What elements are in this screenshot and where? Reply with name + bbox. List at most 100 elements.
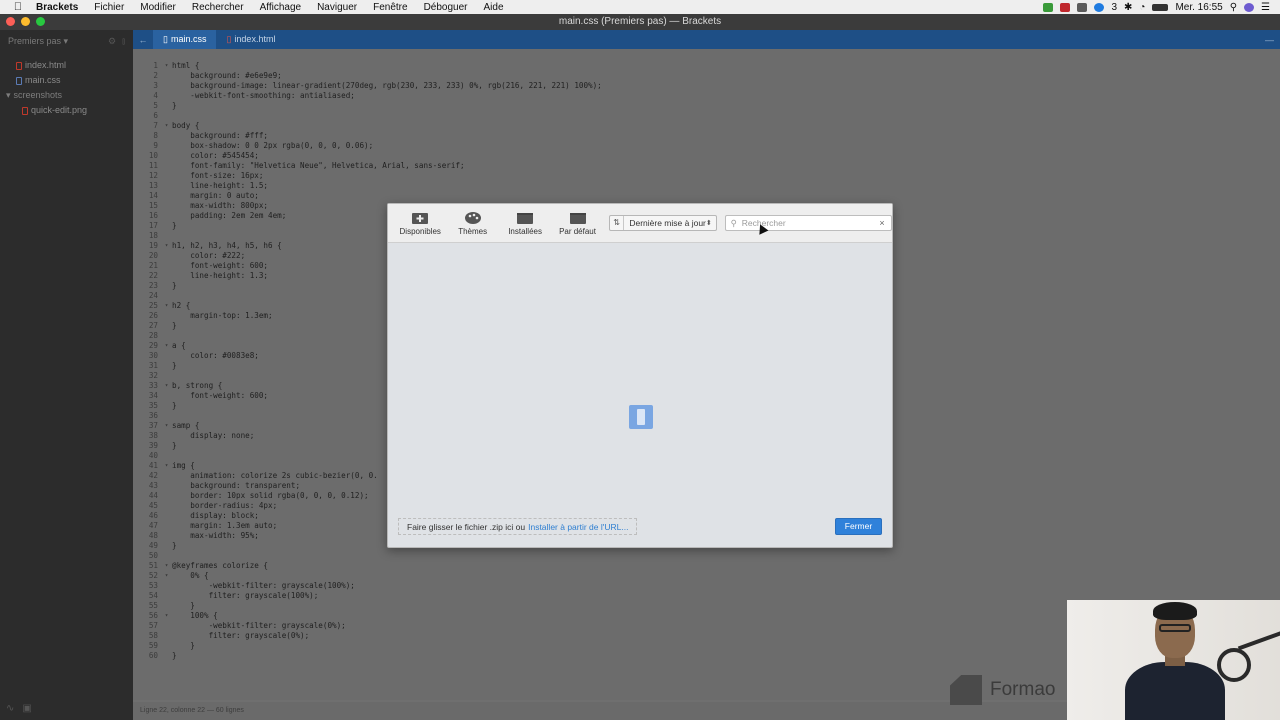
fold-marker-icon[interactable]	[161, 261, 172, 271]
evernote-icon[interactable]	[1043, 2, 1054, 12]
fold-marker-icon[interactable]	[161, 101, 172, 111]
menu-naviguer[interactable]: Naviguer	[309, 2, 365, 13]
fold-marker-icon[interactable]	[161, 291, 172, 301]
fold-marker-icon[interactable]	[161, 641, 172, 651]
tab-par-defaut[interactable]: Par défaut	[551, 211, 603, 236]
code-line[interactable]: 51 ▾ @keyframes colorize {	[133, 561, 1280, 571]
menu-app-name[interactable]: Brackets	[36, 2, 86, 13]
more-tabs-icon[interactable]: —	[1265, 35, 1274, 45]
fold-marker-icon[interactable]	[161, 251, 172, 261]
fold-marker-icon[interactable]	[161, 71, 172, 81]
fold-marker-icon[interactable]	[161, 621, 172, 631]
fold-marker-icon[interactable]	[161, 331, 172, 341]
fold-marker-icon[interactable]	[161, 131, 172, 141]
tab-main-css[interactable]: ▯ main.css	[153, 30, 217, 49]
fold-marker-icon[interactable]	[161, 601, 172, 611]
upload-icon[interactable]	[1077, 2, 1088, 12]
fold-marker-icon[interactable]: ▾	[161, 571, 172, 581]
project-header[interactable]: Premiers pas ▾ ⚙ ⫾	[0, 30, 133, 52]
fold-marker-icon[interactable]	[161, 171, 172, 181]
tab-themes[interactable]: Thèmes	[446, 211, 498, 236]
fold-marker-icon[interactable]: ▾	[161, 61, 172, 71]
fold-marker-icon[interactable]: ▾	[161, 461, 172, 471]
menu-fichier[interactable]: Fichier	[86, 2, 132, 13]
siri-icon[interactable]	[1244, 2, 1255, 12]
fold-marker-icon[interactable]	[161, 511, 172, 521]
sort-select[interactable]: ⇅ Dernière mise à jour ⬍	[608, 215, 717, 231]
menu-modifier[interactable]: Modifier	[132, 2, 184, 13]
file-item-quick-edit[interactable]: quick-edit.png	[0, 103, 133, 118]
menu-rechercher[interactable]: Rechercher	[184, 2, 252, 13]
code-line[interactable]: 50	[133, 551, 1280, 561]
fold-marker-icon[interactable]	[161, 141, 172, 151]
fold-marker-icon[interactable]	[161, 401, 172, 411]
zip-drop-zone[interactable]: Faire glisser le fichier .zip ici ou Ins…	[398, 518, 638, 535]
fold-marker-icon[interactable]	[161, 501, 172, 511]
fold-marker-icon[interactable]	[161, 151, 172, 161]
code-line[interactable]: 4 -webkit-font-smoothing: antialiased;	[133, 91, 1280, 101]
gear-icon[interactable]: ⚙	[108, 36, 116, 47]
fold-marker-icon[interactable]: ▾	[161, 561, 172, 571]
fold-marker-icon[interactable]	[161, 181, 172, 191]
extensions-icon[interactable]: ▣	[22, 703, 31, 714]
search-field[interactable]: ⚲ ×	[724, 215, 892, 231]
update-icon[interactable]	[1094, 2, 1105, 12]
code-line[interactable]: 3 background-image: linear-gradient(270d…	[133, 81, 1280, 91]
live-preview-icon[interactable]: ∿	[6, 703, 14, 714]
fold-marker-icon[interactable]	[161, 441, 172, 451]
fold-marker-icon[interactable]: ▾	[161, 341, 172, 351]
close-window-icon[interactable]	[6, 17, 15, 26]
code-line[interactable]: 12 font-size: 16px;	[133, 171, 1280, 181]
menu-fenetre[interactable]: Fenêtre	[365, 2, 415, 13]
tab-disponibles[interactable]: Disponibles	[394, 211, 446, 236]
fold-marker-icon[interactable]	[161, 481, 172, 491]
project-name[interactable]: Premiers pas	[8, 36, 61, 46]
fold-marker-icon[interactable]	[161, 491, 172, 501]
code-line[interactable]: 9 box-shadow: 0 0 2px rgba(0, 0, 0, 0.06…	[133, 141, 1280, 151]
menu-aide[interactable]: Aide	[476, 2, 512, 13]
fold-marker-icon[interactable]	[161, 551, 172, 561]
back-arrow-icon[interactable]: ←	[133, 35, 153, 45]
code-line[interactable]: 52 ▾ 0% {	[133, 571, 1280, 581]
fold-marker-icon[interactable]	[161, 311, 172, 321]
minimize-window-icon[interactable]	[21, 17, 30, 26]
fold-marker-icon[interactable]	[161, 231, 172, 241]
code-line[interactable]: 10 color: #545454;	[133, 151, 1280, 161]
fold-marker-icon[interactable]	[161, 191, 172, 201]
fold-marker-icon[interactable]: ▾	[161, 421, 172, 431]
file-item-index-html[interactable]: index.html	[0, 58, 133, 73]
fold-marker-icon[interactable]	[161, 471, 172, 481]
fold-marker-icon[interactable]	[161, 281, 172, 291]
code-line[interactable]: 7 ▾ body {	[133, 121, 1280, 131]
fold-marker-icon[interactable]	[161, 581, 172, 591]
fold-marker-icon[interactable]	[161, 91, 172, 101]
fold-marker-icon[interactable]	[161, 201, 172, 211]
fold-marker-icon[interactable]	[161, 81, 172, 91]
folder-item-screenshots[interactable]: ▾ screenshots	[0, 88, 133, 103]
fold-marker-icon[interactable]	[161, 351, 172, 361]
file-item-main-css[interactable]: main.css	[0, 73, 133, 88]
close-button[interactable]: Fermer	[835, 518, 882, 535]
app-red-icon[interactable]	[1060, 2, 1071, 12]
fold-marker-icon[interactable]	[161, 161, 172, 171]
code-line[interactable]: 8 background: #fff;	[133, 131, 1280, 141]
fold-marker-icon[interactable]	[161, 521, 172, 531]
code-line[interactable]: 1 ▾ html {	[133, 61, 1280, 71]
clock[interactable]: Mer. 16:55	[1175, 2, 1222, 13]
fold-marker-icon[interactable]	[161, 541, 172, 551]
fold-marker-icon[interactable]	[161, 431, 172, 441]
fold-marker-icon[interactable]	[161, 321, 172, 331]
fold-marker-icon[interactable]	[161, 651, 172, 661]
tab-index-html[interactable]: ▯ index.html	[216, 30, 285, 49]
code-line[interactable]: 6	[133, 111, 1280, 121]
fold-marker-icon[interactable]: ▾	[161, 381, 172, 391]
fold-marker-icon[interactable]	[161, 451, 172, 461]
clear-search-icon[interactable]: ×	[876, 218, 888, 228]
fold-marker-icon[interactable]: ▾	[161, 301, 172, 311]
fold-marker-icon[interactable]: ▾	[161, 241, 172, 251]
fold-marker-icon[interactable]	[161, 111, 172, 121]
fold-marker-icon[interactable]	[161, 271, 172, 281]
fold-marker-icon[interactable]	[161, 361, 172, 371]
spotlight-search-icon[interactable]: ⚲	[1230, 2, 1237, 13]
zoom-window-icon[interactable]	[36, 17, 45, 26]
